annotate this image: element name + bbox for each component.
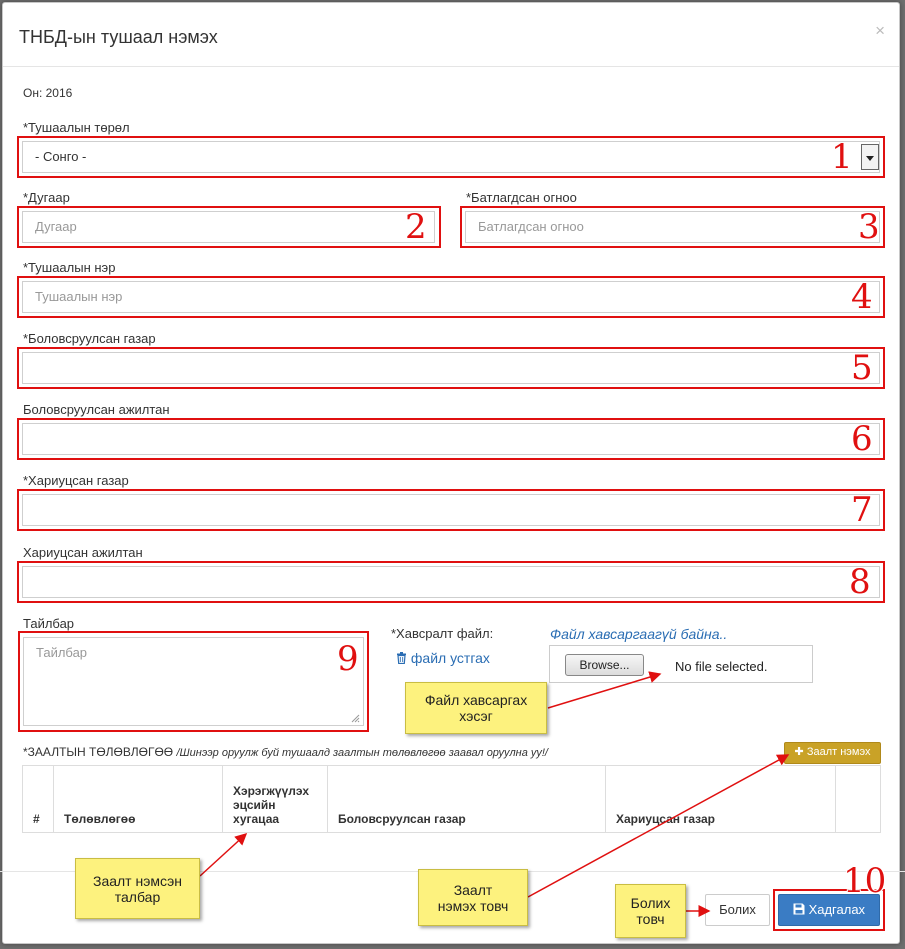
callout-field: Заалт нэмсэн талбар — [75, 858, 200, 919]
callout-add: Заалт нэмэх товч — [418, 869, 528, 926]
arrow-field — [199, 832, 248, 877]
callout-cancel: Болих товч — [615, 884, 686, 938]
arrow-add — [527, 754, 790, 898]
callout-file: Файл хавсаргах хэсэг — [405, 682, 547, 734]
arrow-file — [547, 671, 662, 709]
annotation-arrows — [199, 671, 790, 917]
